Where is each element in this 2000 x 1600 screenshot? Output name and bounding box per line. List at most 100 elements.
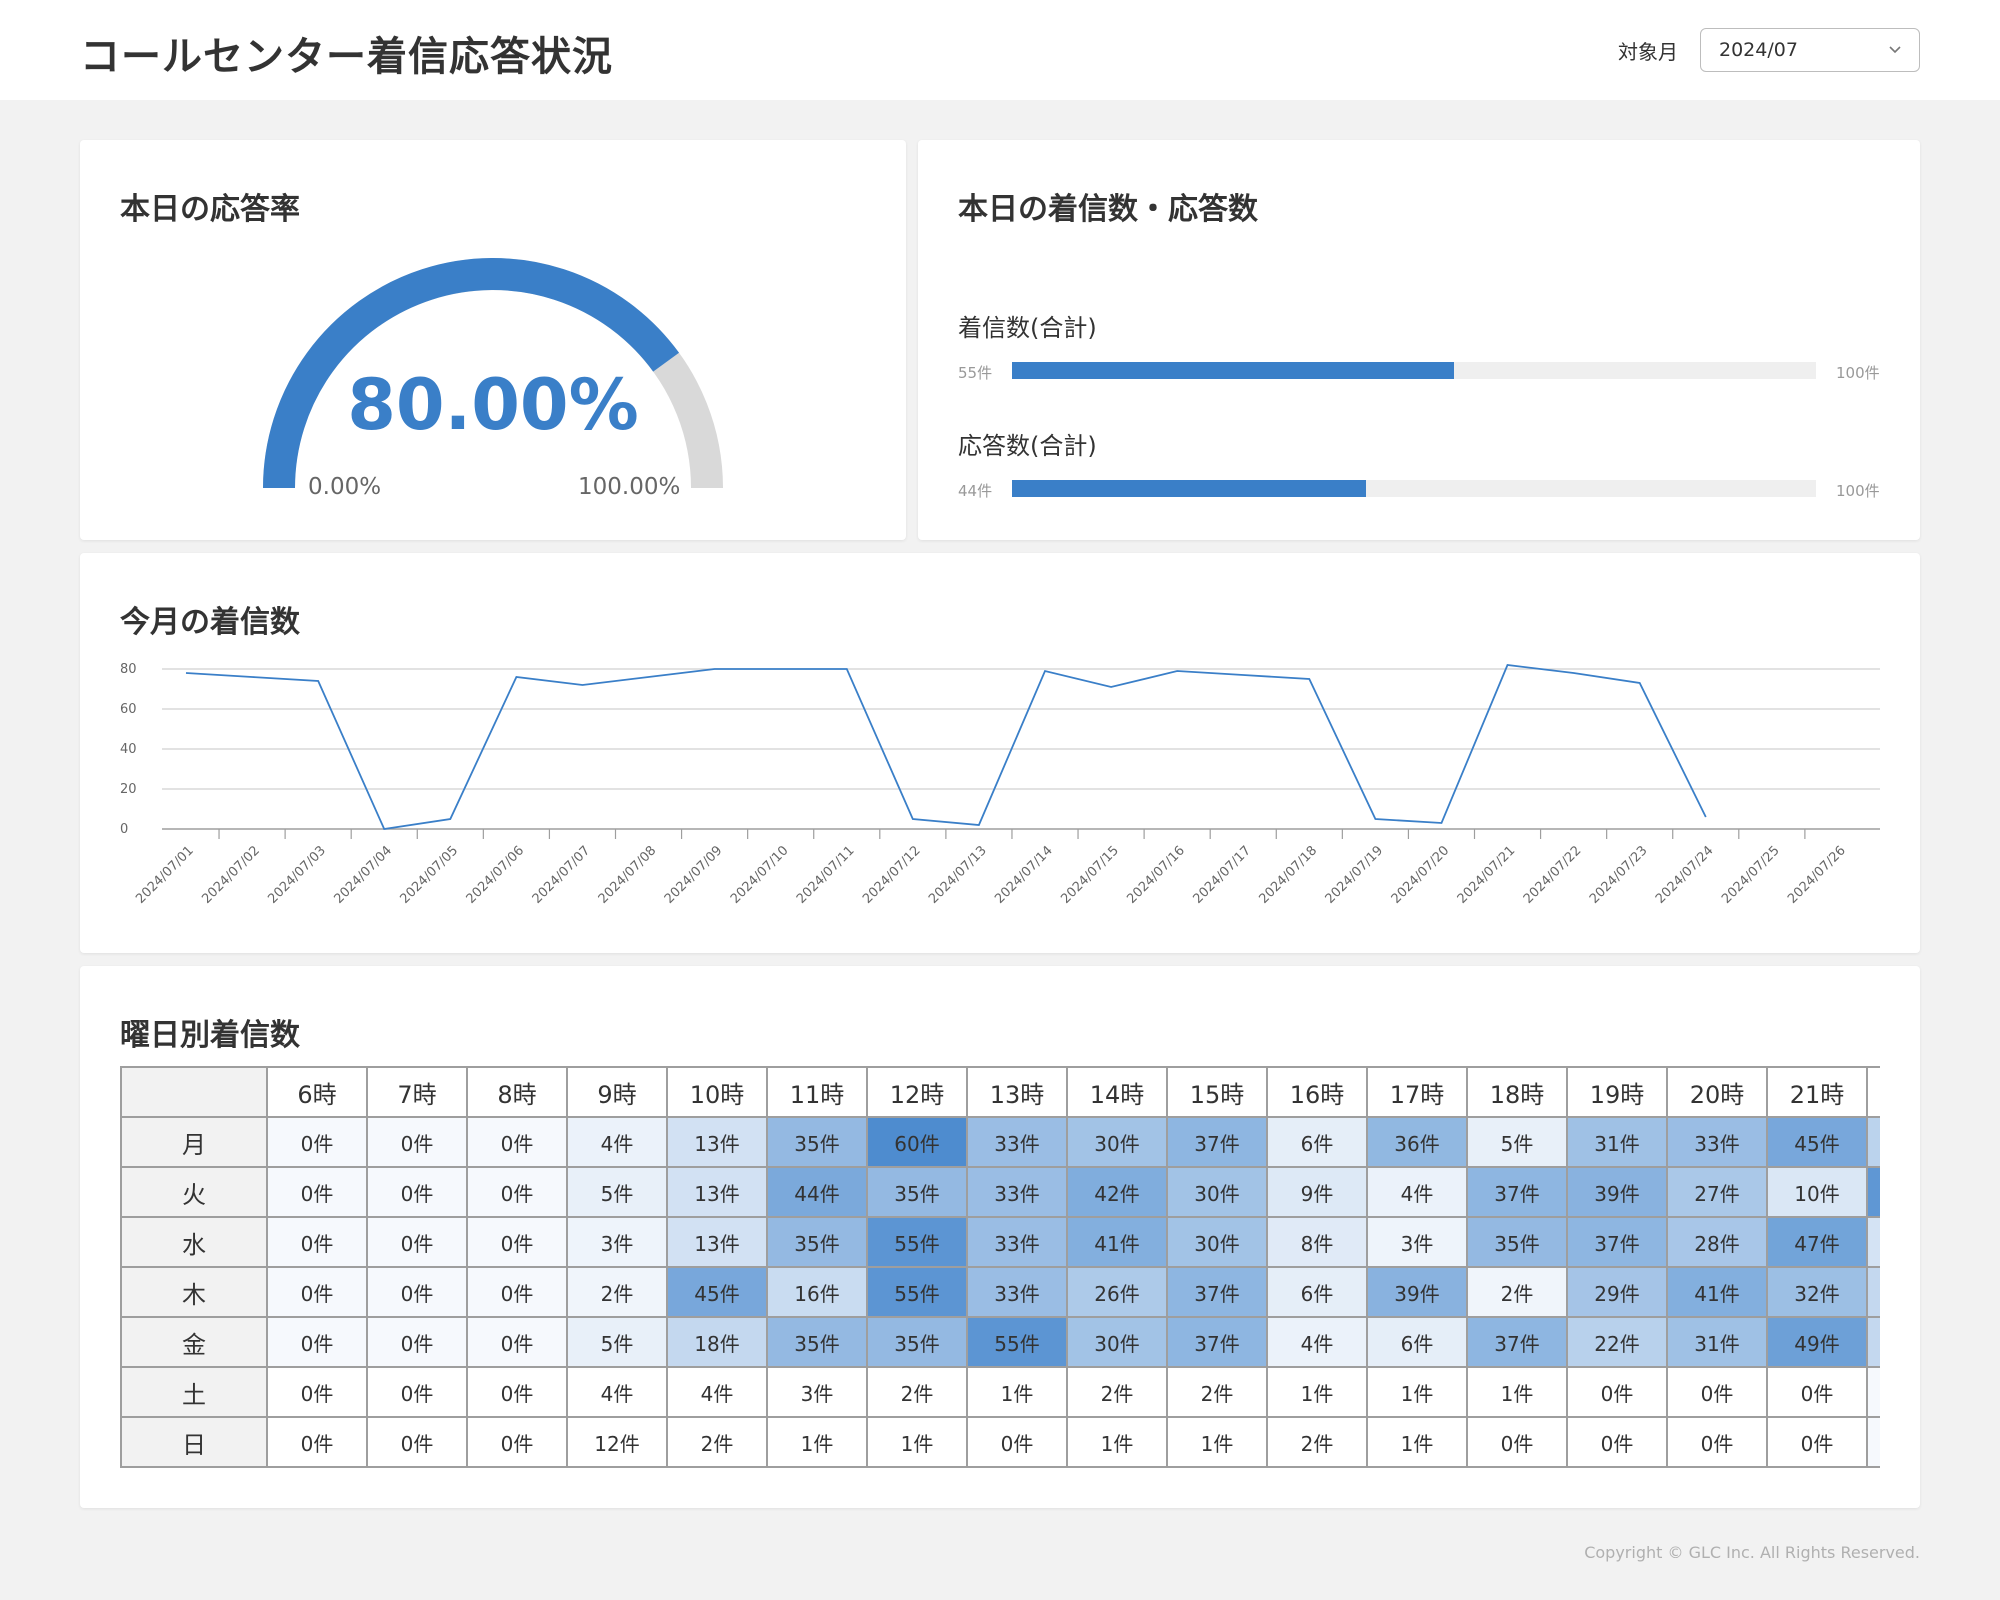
heatmap-cell: 27件 xyxy=(1666,1166,1768,1218)
heatmap-cell: 13件 xyxy=(666,1166,768,1218)
gauge-min-label: 0.00% xyxy=(308,474,382,500)
heatmap-cell: 2件 xyxy=(1066,1366,1168,1418)
answered-total-fill xyxy=(1012,480,1366,497)
heatmap-cell: 0件 xyxy=(366,1216,468,1268)
table-row: 土 0件 0件 0件 4件 4件 3件 2件 1件 2件 2件 1件 1件 1件 0件 0件 0件 xyxy=(120,1366,1880,1418)
hour-header: 6時 xyxy=(266,1066,368,1118)
heatmap-cell: 0件 xyxy=(1566,1366,1668,1418)
heatmap-cell: 0件 xyxy=(466,1266,568,1318)
heatmap-cell: 6件 xyxy=(1266,1116,1368,1168)
heatmap-cell: 42件 xyxy=(1066,1166,1168,1218)
x-tick-label: 2024/07/18 xyxy=(1257,843,1321,907)
weekday-label: 金 xyxy=(120,1316,268,1368)
heatmap-cell: 0件 xyxy=(466,1316,568,1368)
heatmap-cell xyxy=(1866,1266,1880,1318)
x-tick-label: 2024/07/13 xyxy=(926,843,990,907)
heatmap-cell: 2件 xyxy=(1166,1366,1268,1418)
heatmap-cell: 18件 xyxy=(666,1316,768,1368)
heatmap-cell: 2件 xyxy=(666,1416,768,1468)
heatmap-cell xyxy=(1866,1216,1880,1268)
heatmap-cell: 5件 xyxy=(1466,1116,1568,1168)
heatmap-cell: 32件 xyxy=(1766,1266,1868,1318)
x-tick-label: 2024/07/20 xyxy=(1389,843,1453,907)
heatmap-cell: 0件 xyxy=(466,1116,568,1168)
table-row: 日 0件 0件 0件 12件 2件 1件 1件 0件 1件 1件 2件 1件 0件 0件 0件 0件 xyxy=(120,1416,1880,1468)
month-select-value: 2024/07 xyxy=(1719,39,1798,61)
heatmap-cell: 1件 xyxy=(1066,1416,1168,1468)
heatmap-cell: 31件 xyxy=(1566,1116,1668,1168)
x-tick-label: 2024/07/14 xyxy=(992,843,1056,907)
heatmap-cell: 1件 xyxy=(1366,1366,1468,1418)
x-tick-label: 2024/07/07 xyxy=(530,843,594,907)
hour-header: 19時 xyxy=(1566,1066,1668,1118)
hour-header: 13時 xyxy=(966,1066,1068,1118)
heatmap-cell: 44件 xyxy=(766,1166,868,1218)
answered-total-track xyxy=(1012,480,1816,497)
heatmap-cell: 5件 xyxy=(566,1316,668,1368)
x-tick-label: 2024/07/09 xyxy=(662,843,726,907)
month-select[interactable]: 2024/07 xyxy=(1700,28,1920,72)
x-tick-label: 2024/07/25 xyxy=(1719,843,1783,907)
heatmap-header-row: 6時 7時 8時 9時 10時 11時 12時 13時 14時 15時 16時 17時 18時 19時 20… xyxy=(120,1066,1880,1118)
copyright-text: Copyright © GLC Inc. All Rights Reserved… xyxy=(1584,1543,1920,1562)
heatmap-cell: 1件 xyxy=(966,1366,1068,1418)
calls-answers-title: 本日の着信数・応答数 xyxy=(958,192,1258,227)
month-label: 対象月 xyxy=(1618,40,1678,64)
x-tick-label: 2024/07/17 xyxy=(1190,843,1254,907)
hour-header: 17時 xyxy=(1366,1066,1468,1118)
heatmap-cell: 1件 xyxy=(1466,1366,1568,1418)
heatmap-cell: 0件 xyxy=(366,1416,468,1468)
heatmap-cell: 47件 xyxy=(1766,1216,1868,1268)
heatmap-cell: 0件 xyxy=(1566,1416,1668,1468)
x-tick-label: 2024/07/01 xyxy=(133,843,197,907)
heatmap-cell: 0件 xyxy=(366,1366,468,1418)
heatmap-cell: 0件 xyxy=(266,1266,368,1318)
answered-total-max: 100件 xyxy=(1836,482,1880,500)
heatmap-cell: 3件 xyxy=(766,1366,868,1418)
hour-header: 14時 xyxy=(1066,1066,1168,1118)
x-tick-label: 2024/07/10 xyxy=(728,843,792,907)
incoming-total-label: 着信数(合計) xyxy=(958,314,1097,342)
heatmap-cell: 0件 xyxy=(266,1166,368,1218)
table-row: 木 0件 0件 0件 2件 45件 16件 55件 33件 26件 37件 6件 39件 2件 29件 41件… xyxy=(120,1266,1880,1318)
heatmap-cell: 0件 xyxy=(466,1416,568,1468)
heatmap-cell: 0件 xyxy=(1666,1366,1768,1418)
heatmap-cell: 0件 xyxy=(466,1216,568,1268)
heatmap-cell: 0件 xyxy=(1766,1366,1868,1418)
response-rate-gauge xyxy=(263,258,723,489)
table-row: 火 0件 0件 0件 5件 13件 44件 35件 33件 42件 30件 9件 4件 37件 39件 27件… xyxy=(120,1166,1880,1218)
heatmap-cell: 30件 xyxy=(1066,1316,1168,1368)
heatmap-cell: 37件 xyxy=(1166,1116,1268,1168)
hour-header: 10時 xyxy=(666,1066,768,1118)
chevron-down-icon xyxy=(1889,46,1901,54)
incoming-total-track xyxy=(1012,362,1816,379)
heatmap-cell: 0件 xyxy=(366,1266,468,1318)
heatmap-cell: 33件 xyxy=(966,1266,1068,1318)
weekday-calls-title: 曜日別着信数 xyxy=(120,1018,300,1053)
heatmap-cell: 45件 xyxy=(666,1266,768,1318)
heatmap-cell: 41件 xyxy=(1666,1266,1768,1318)
heatmap-cell: 33件 xyxy=(1666,1116,1768,1168)
heatmap-cell: 0件 xyxy=(1466,1416,1568,1468)
hour-header: 11時 xyxy=(766,1066,868,1118)
heatmap-cell: 16件 xyxy=(766,1266,868,1318)
table-row: 月 0件 0件 0件 4件 13件 35件 60件 33件 30件 37件 6件 36件 5件 31件 33件… xyxy=(120,1116,1880,1168)
heatmap-cell: 2件 xyxy=(1266,1416,1368,1468)
heatmap-cell: 45件 xyxy=(1766,1116,1868,1168)
heatmap-cell: 6件 xyxy=(1366,1316,1468,1368)
heatmap-cell: 0件 xyxy=(966,1416,1068,1468)
hour-header xyxy=(1866,1066,1880,1118)
heatmap-cell: 1件 xyxy=(1166,1416,1268,1468)
heatmap-cell: 2件 xyxy=(1466,1266,1568,1318)
heatmap-cell: 33件 xyxy=(966,1116,1068,1168)
heatmap-cell: 35件 xyxy=(766,1316,868,1368)
heatmap-cell: 31件 xyxy=(1666,1316,1768,1368)
hour-header: 18時 xyxy=(1466,1066,1568,1118)
weekday-label: 水 xyxy=(120,1216,268,1268)
heatmap-cell: 37件 xyxy=(1166,1266,1268,1318)
heatmap-cell: 4件 xyxy=(1266,1316,1368,1368)
weekday-label: 月 xyxy=(120,1116,268,1168)
table-row: 水 0件 0件 0件 3件 13件 35件 55件 33件 41件 30件 8件 3件 35件 37件 28件… xyxy=(120,1216,1880,1268)
monthly-calls-card: 今月の着信数 0 20 40 60 80 2024/07/01 2024/07/02 2024… xyxy=(80,553,1920,953)
heatmap-scroll-area[interactable]: 6時 7時 8時 9時 10時 11時 12時 13時 14時 15時 16時 17時 18時 19時 20… xyxy=(120,1066,1880,1470)
